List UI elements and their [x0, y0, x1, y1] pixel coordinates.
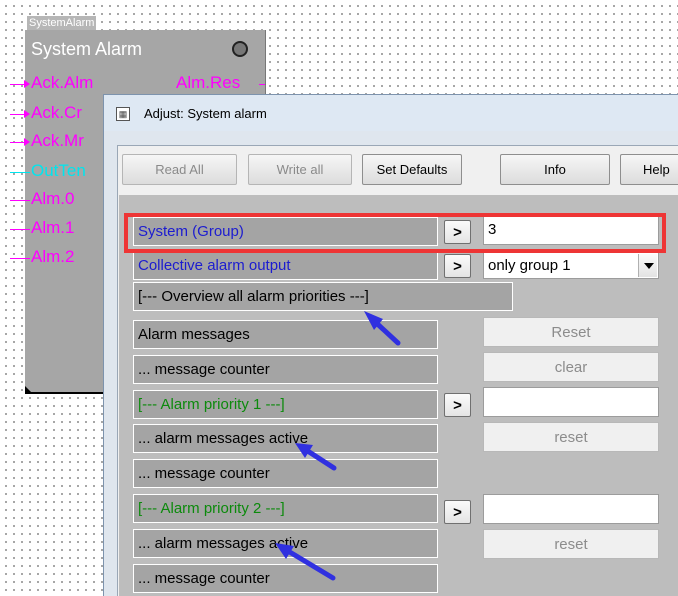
annotation-arrow — [275, 543, 336, 581]
annotation-arrow — [295, 443, 337, 471]
annotation-arrow — [364, 311, 401, 346]
annotation-arrows — [275, 311, 401, 581]
